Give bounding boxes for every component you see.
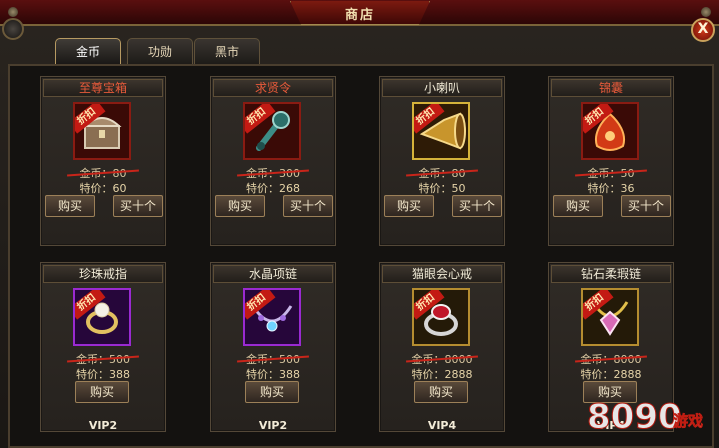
item-icon-frame[interactable]: 折扣 <box>73 288 131 346</box>
item-name: 求贤令 <box>213 79 333 97</box>
sale-price: 特价：268 <box>246 182 300 195</box>
window-title: 商店 <box>344 8 375 23</box>
sale-price: 特价：2888 <box>411 368 473 381</box>
svg-text:游戏: 游戏 <box>673 412 703 430</box>
shop-window: 商店 X 金币 功勋 黑市 至尊宝箱 折扣 金币：80 特价：60 购买 买十个… <box>0 0 719 448</box>
site-logo: 8090 游戏 <box>587 397 704 438</box>
tab-black-market[interactable]: 黑市 <box>194 38 260 65</box>
svg-text:8090: 8090 <box>587 397 682 437</box>
sale-price: 特价：36 <box>587 182 635 195</box>
original-price: 金币：8000 <box>549 351 673 367</box>
item-name: 钻石柔瑕链 <box>551 265 671 283</box>
buy-button[interactable]: 购买 <box>553 195 603 217</box>
buy-button[interactable]: 购买 <box>245 381 299 403</box>
sale-price: 特价：50 <box>418 182 466 195</box>
item-icon-frame[interactable]: 折扣 <box>243 102 301 160</box>
close-button[interactable]: X <box>691 18 715 42</box>
buy-button[interactable]: 购买 <box>75 381 129 403</box>
shop-item-card: 水晶项链 折扣 金币：500 特价：388 购买 VIP2 <box>210 262 336 432</box>
original-price: 金币：500 <box>41 351 165 367</box>
buy-button[interactable]: 购买 <box>45 195 95 217</box>
shop-item-card: 锦囊 折扣 金币：50 特价：36 购买 买十个 <box>548 76 674 246</box>
original-price: 金币：8000 <box>380 351 504 367</box>
item-name: 锦囊 <box>551 79 671 97</box>
item-icon-frame[interactable]: 折扣 <box>581 102 639 160</box>
sale-price: 特价：388 <box>76 368 130 381</box>
vip-requirement: VIP2 <box>88 419 118 432</box>
original-price: 金币：80 <box>380 165 504 181</box>
item-icon-frame[interactable]: 折扣 <box>412 102 470 160</box>
item-icon-frame[interactable]: 折扣 <box>73 102 131 160</box>
vip-requirement: VIP4 <box>427 419 457 432</box>
original-price: 金币：50 <box>549 165 673 181</box>
shop-item-card: 至尊宝箱 折扣 金币：80 特价：60 购买 买十个 <box>40 76 166 246</box>
rivet-icon <box>701 7 711 17</box>
corner-orb-icon <box>2 18 24 40</box>
sale-price: 特价：60 <box>79 182 127 195</box>
shop-item-card: 珍珠戒指 折扣 金币：500 特价：388 购买 VIP2 <box>40 262 166 432</box>
tab-gold[interactable]: 金币 <box>55 38 121 66</box>
item-name: 至尊宝箱 <box>43 79 163 97</box>
vip-requirement: VIP2 <box>258 419 288 432</box>
buy-ten-button[interactable]: 买十个 <box>452 195 502 217</box>
shop-item-card: 求贤令 折扣 金币：300 特价：268 购买 买十个 <box>210 76 336 246</box>
item-icon-frame[interactable]: 折扣 <box>581 288 639 346</box>
buy-button[interactable]: 购买 <box>414 381 468 403</box>
item-name: 小喇叭 <box>382 79 502 97</box>
sale-price: 特价：388 <box>246 368 300 381</box>
shop-item-card: 小喇叭 折扣 金币：80 特价：50 购买 买十个 <box>379 76 505 246</box>
tab-merit[interactable]: 功勋 <box>127 38 193 65</box>
original-price: 金币：300 <box>211 165 335 181</box>
buy-button[interactable]: 购买 <box>215 195 265 217</box>
item-name: 猫眼会心戒 <box>382 265 502 283</box>
shop-item-card: 猫眼会心戒 折扣 金币：8000 特价：2888 购买 VIP4 <box>379 262 505 432</box>
buy-ten-button[interactable]: 买十个 <box>113 195 163 217</box>
buy-button[interactable]: 购买 <box>384 195 434 217</box>
buy-ten-button[interactable]: 买十个 <box>283 195 333 217</box>
original-price: 金币：500 <box>211 351 335 367</box>
item-icon-frame[interactable]: 折扣 <box>412 288 470 346</box>
item-icon-frame[interactable]: 折扣 <box>243 288 301 346</box>
item-name: 珍珠戒指 <box>43 265 163 283</box>
item-name: 水晶项链 <box>213 265 333 283</box>
original-price: 金币：80 <box>41 165 165 181</box>
sale-price: 特价：2888 <box>580 368 642 381</box>
buy-ten-button[interactable]: 买十个 <box>621 195 671 217</box>
rivet-icon <box>8 7 18 17</box>
